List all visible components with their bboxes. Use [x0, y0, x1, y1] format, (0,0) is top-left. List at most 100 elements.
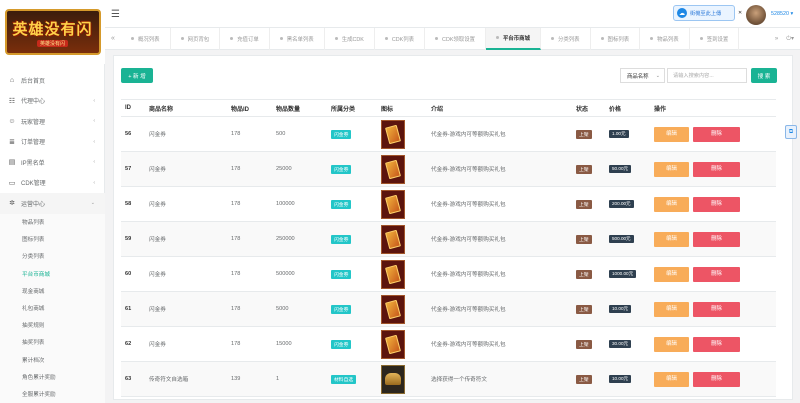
tab-dot-icon: [384, 37, 388, 40]
cell-actions: 编辑 删除: [650, 361, 776, 397]
edit-button[interactable]: 编辑: [654, 126, 689, 142]
delete-button[interactable]: 删除: [693, 301, 740, 317]
list-icon: ≣: [9, 138, 15, 146]
delete-button[interactable]: 删除: [693, 371, 740, 387]
sidebar-item[interactable]: ▭ CDK管理 ‹: [0, 173, 105, 194]
column-header: 商品名称: [145, 99, 227, 117]
tab-item[interactable]: 概况列表: [121, 27, 171, 50]
edit-button[interactable]: 编辑: [654, 301, 689, 317]
price-badge: 500.00元: [609, 235, 634, 243]
tab-label: 概况列表: [138, 36, 160, 43]
sidebar-subitem[interactable]: 累计档次: [0, 351, 105, 368]
sidebar-item[interactable]: ≣ 订单管理 ‹: [0, 132, 105, 153]
column-header: 操作: [650, 99, 776, 117]
folder-icon: ▭: [8, 179, 16, 187]
cell-status: 上架: [572, 116, 605, 152]
tab-item[interactable]: 黑名单列表: [270, 27, 325, 50]
tab-item[interactable]: 分类列表: [541, 27, 591, 50]
cell-icon: [377, 326, 427, 362]
sidebar-subitem[interactable]: 分类列表: [0, 248, 105, 265]
add-button[interactable]: + 新 增: [121, 68, 153, 83]
tab-label: 黑名单列表: [286, 36, 314, 43]
delete-button[interactable]: 删除: [693, 231, 740, 247]
chevron-icon: ‹: [93, 179, 95, 186]
edit-button[interactable]: 编辑: [654, 161, 689, 177]
cell-item-id: 178: [227, 151, 272, 187]
delete-button[interactable]: 删除: [693, 336, 740, 352]
tabs-prev-button[interactable]: «: [105, 35, 121, 42]
tab-item[interactable]: 生成CDK: [325, 27, 375, 50]
edit-button[interactable]: 编辑: [654, 371, 689, 387]
delete-button[interactable]: 删除: [693, 266, 740, 282]
edit-button[interactable]: 编辑: [654, 231, 689, 247]
sidebar-item[interactable]: ☷ 代理中心 ‹: [0, 91, 105, 112]
cloud-upload-icon: ☁: [677, 8, 687, 18]
category-badge: 材料自选: [331, 374, 357, 384]
status-badge: 上架: [576, 339, 592, 349]
sidebar-subitem[interactable]: 平台币商城: [0, 265, 105, 282]
tab-item[interactable]: CDK领取设置: [425, 27, 486, 50]
delete-button[interactable]: 删除: [693, 126, 740, 142]
tab-dot-icon: [131, 37, 134, 40]
tab-item[interactable]: 充值订单: [220, 27, 270, 50]
cell-item-id: 178: [227, 221, 272, 257]
delete-button[interactable]: 删除: [693, 161, 740, 177]
sidebar-item-label: CDK管理: [21, 181, 46, 188]
logo[interactable]: 英雄没有闪 英雄没有闪: [0, 0, 105, 64]
tab-item[interactable]: 平台币商城: [486, 27, 541, 50]
cell-name: 闪金券: [145, 291, 227, 327]
column-header: ID: [121, 99, 145, 117]
status-badge: 上架: [576, 234, 592, 244]
floating-tool-icon[interactable]: ⧉: [785, 125, 797, 139]
cell-category: 闪金券: [327, 291, 377, 327]
cell-status: 上架: [572, 291, 605, 327]
tab-item[interactable]: 网页背包: [171, 27, 221, 50]
cell-description: 代金券-游戏内可等额购买礼包: [427, 186, 572, 222]
cell-icon: [377, 361, 427, 397]
cell-icon: [377, 221, 427, 257]
voucher-card-icon: [385, 124, 401, 144]
cell-category: 闪金券: [327, 256, 377, 292]
edit-button[interactable]: 编辑: [654, 266, 689, 282]
sidebar-subitem[interactable]: 图标列表: [0, 231, 105, 248]
column-header: 介绍: [427, 99, 572, 117]
tab-item[interactable]: 图标列表: [591, 27, 641, 50]
sidebar-item[interactable]: ✲ 运营中心 ⌄: [0, 193, 105, 214]
sidebar-item-label: 订单管理: [21, 140, 46, 147]
cell-name: 传奇符文自选箱: [145, 361, 227, 397]
cell-price: 10.00元: [605, 361, 650, 397]
tab-item[interactable]: 物品列表: [640, 27, 690, 50]
sidebar-subitem[interactable]: 现金商城: [0, 282, 105, 299]
sidebar-subitem[interactable]: 抽奖列表: [0, 334, 105, 351]
logo-title: 英雄没有闪: [12, 19, 93, 38]
avatar[interactable]: [746, 5, 766, 25]
username-dropdown[interactable]: 528520 ▾: [771, 11, 793, 17]
sidebar-subitem[interactable]: 物品列表: [0, 214, 105, 231]
tab-label: 签到设置: [706, 36, 729, 43]
search-input[interactable]: 请输入搜索内容...: [667, 68, 747, 83]
cell-price: 500.00元: [605, 221, 650, 257]
sidebar-item[interactable]: ☺ 玩家管理 ‹: [0, 111, 105, 132]
edit-button[interactable]: 编辑: [654, 196, 689, 212]
sidebar-subitem[interactable]: 礼包商城: [0, 299, 105, 316]
delete-button[interactable]: 删除: [693, 196, 740, 212]
sidebar-item[interactable]: ▤ IP黑名单 ‹: [0, 152, 105, 173]
sidebar: 英雄没有闪 英雄没有闪 ⌂ 后台首页 ☷ 代理中心 ‹ ☺ 玩家管理 ‹ ≣ 订单管理 ‹ ▤ IP黑名…: [0, 0, 105, 403]
tabs-next-button[interactable]: »: [775, 36, 778, 42]
sidebar-subitem[interactable]: 抽奖规则: [0, 317, 105, 334]
cell-description: 代金券-游戏内可等额购买礼包: [427, 221, 572, 257]
close-icon[interactable]: ✕: [738, 10, 742, 16]
tab-item[interactable]: CDK列表: [375, 27, 426, 50]
voucher-card-icon: [385, 299, 401, 319]
power-menu-icon[interactable]: ⏻▾: [786, 35, 794, 43]
edit-button[interactable]: 编辑: [654, 336, 689, 352]
upload-button[interactable]: ☁ 街機至此上傳: [673, 5, 735, 21]
sidebar-item[interactable]: ⌂ 后台首页: [0, 70, 105, 91]
search-button[interactable]: 搜 索: [751, 68, 777, 83]
tab-dot-icon: [600, 37, 604, 40]
tab-item[interactable]: 签到设置: [690, 27, 740, 50]
cell-price: 200.00元: [605, 186, 650, 222]
sidebar-subitem[interactable]: 角色累计奖励: [0, 368, 105, 385]
search-field-select[interactable]: 商品名称 ⌄: [620, 68, 665, 83]
menu-toggle-icon[interactable]: ☰: [111, 9, 120, 20]
